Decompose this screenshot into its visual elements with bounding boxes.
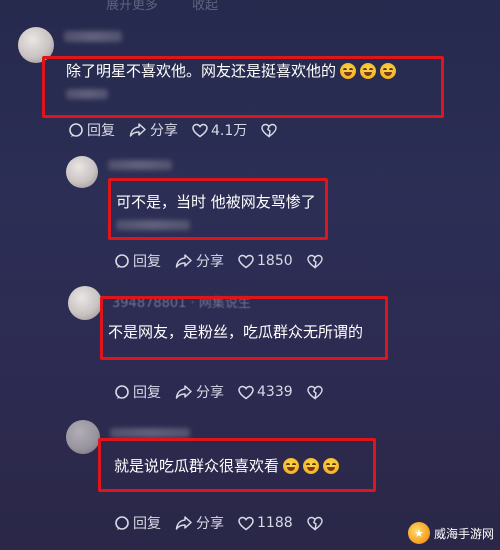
dislike-button[interactable] — [261, 123, 277, 138]
comment-text-row: 就是说吃瓜群众很喜欢看 — [114, 455, 340, 476]
comment-text-row: 除了明星不喜欢他。网友还是挺喜欢他的 — [66, 60, 397, 81]
avatar[interactable] — [68, 286, 102, 320]
watermark-text: 威海手游网 — [433, 526, 494, 541]
like-button[interactable]: 1850 — [238, 253, 293, 269]
share-icon — [175, 254, 192, 268]
dislike-button[interactable] — [306, 254, 323, 269]
like-button[interactable]: 4339 — [238, 384, 293, 400]
dislike-button[interactable] — [306, 385, 323, 400]
share-button[interactable]: 分享 — [129, 120, 178, 140]
like-count: 1850 — [257, 253, 293, 269]
reply-label: 回复 — [133, 385, 161, 401]
blurred-meta — [66, 89, 108, 99]
collapse-faded: 收起 — [192, 0, 219, 13]
comment-text: 除了明星不喜欢他。网友还是挺喜欢他的 — [66, 62, 337, 80]
watermark-logo-icon: ★ — [407, 522, 430, 544]
reply-label: 回复 — [133, 516, 161, 532]
broken-heart-icon — [306, 254, 323, 269]
blurred-username — [110, 428, 190, 438]
share-label: 分享 — [196, 385, 224, 401]
reply-button[interactable]: 回复 — [114, 251, 161, 271]
comment-actions: 回复 分享 4339 — [114, 382, 323, 402]
share-icon — [175, 385, 192, 399]
comment-actions: 回复 分享 4.1万 — [68, 120, 277, 140]
comment-text-row: 可不是，当时 他被网友骂惨了 — [116, 191, 316, 212]
reply-label: 回复 — [133, 254, 161, 270]
share-button[interactable]: 分享 — [175, 251, 224, 271]
heart-icon — [238, 385, 254, 399]
share-button[interactable]: 分享 — [175, 513, 224, 533]
laugh-cry-emoji — [380, 62, 397, 79]
expand-more-faded: 展开更多 — [106, 0, 159, 13]
smile-emoji — [283, 457, 300, 474]
reply-icon — [115, 254, 129, 268]
share-label: 分享 — [196, 254, 224, 270]
faded-top-strip: 展开更多 收起 — [0, 0, 500, 14]
heart-icon — [192, 123, 208, 137]
blurred-username — [64, 31, 122, 42]
share-label: 分享 — [196, 516, 224, 532]
reply-button[interactable]: 回复 — [114, 513, 161, 533]
reply-button[interactable]: 回复 — [114, 382, 161, 402]
share-icon — [175, 516, 192, 530]
like-button[interactable]: 4.1万 — [192, 120, 247, 140]
share-label: 分享 — [150, 123, 178, 139]
comment-text: 可不是，当时 他被网友骂惨了 — [116, 193, 316, 211]
reply-button[interactable]: 回复 — [68, 120, 115, 140]
reply-label: 回复 — [87, 123, 115, 139]
avatar[interactable] — [66, 420, 100, 454]
like-count: 1188 — [257, 515, 293, 531]
reply-icon — [115, 516, 129, 530]
blurred-username — [108, 160, 172, 170]
heart-icon — [238, 516, 254, 530]
smile-emoji — [323, 457, 340, 474]
comment-actions: 回复 分享 1850 — [114, 251, 323, 271]
share-button[interactable]: 分享 — [175, 382, 224, 402]
comment-text-row: 不是网友，是粉丝，吃瓜群众无所谓的 — [108, 321, 363, 342]
laugh-cry-emoji — [360, 62, 377, 79]
avatar[interactable] — [66, 156, 98, 188]
site-watermark: ★ 威海手游网 — [407, 522, 494, 544]
smile-emoji — [303, 457, 320, 474]
comment-actions: 回复 分享 1188 — [114, 513, 323, 533]
laugh-cry-emoji — [340, 62, 357, 79]
like-count: 4339 — [257, 384, 293, 400]
broken-heart-icon — [306, 516, 323, 531]
reply-icon — [115, 385, 129, 399]
broken-heart-icon — [261, 123, 277, 138]
heart-icon — [238, 254, 254, 268]
like-button[interactable]: 1188 — [238, 515, 293, 531]
broken-heart-icon — [306, 385, 323, 400]
blurred-meta — [116, 220, 190, 230]
dislike-button[interactable] — [306, 516, 323, 531]
share-icon — [129, 123, 146, 137]
like-count: 4.1万 — [211, 123, 248, 139]
comment-text: 不是网友，是粉丝，吃瓜群众无所谓的 — [108, 323, 364, 341]
comment-text: 就是说吃瓜群众很喜欢看 — [114, 457, 280, 475]
reply-icon — [69, 123, 83, 137]
